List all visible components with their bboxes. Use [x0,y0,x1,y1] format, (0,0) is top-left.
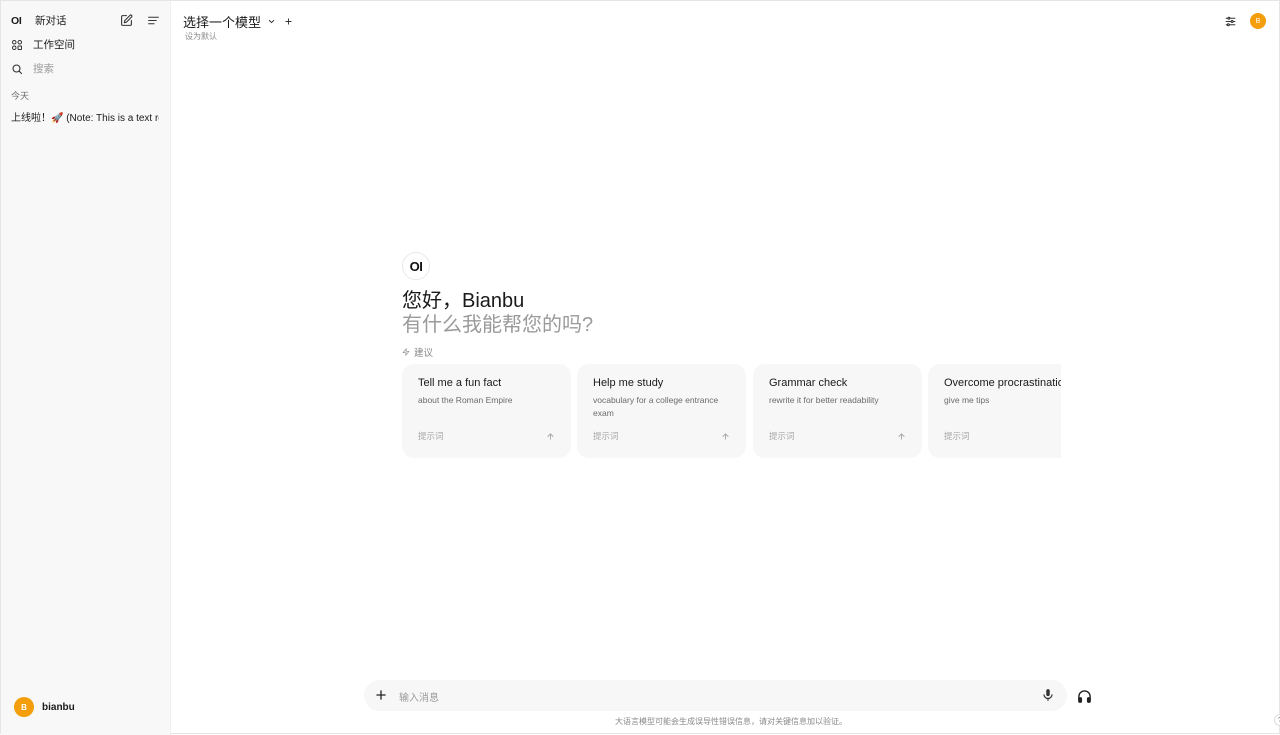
avatar: B [14,697,34,717]
subtitle: 有什么我能帮您的吗? [402,314,594,336]
bolt-icon [402,348,410,356]
suggestion-subtitle: vocabulary for a college entrance exam [593,395,719,418]
suggestion-title: Tell me a fun fact [418,377,502,389]
suggestion-card[interactable]: Overcome procrastination give me tips 提示… [928,364,1061,458]
suggestion-subtitle: give me tips [944,395,990,405]
suggestion-subtitle: about the Roman Empire [418,395,513,405]
compose-icon[interactable] [119,13,133,27]
workspace-icon [11,39,23,51]
chat-list-item[interactable]: 上线啦！🚀 (Note: This is a text re [11,109,159,124]
header-actions: B [1224,13,1266,29]
set-default-link[interactable]: 设为默认 [185,31,217,42]
suggestion-card[interactable]: Tell me a fun fact about the Roman Empir… [402,364,571,458]
model-select-label: 选择一个模型 [183,15,262,30]
disclaimer: 大语言模型可能会生成误导性错误信息，请对关键信息加以验证。 [615,717,847,726]
arrow-up-icon [721,432,730,441]
plus-icon[interactable] [374,688,388,702]
prompt-tag: 提示词 [418,431,444,441]
suggestion-cards: Tell me a fun fact about the Roman Empir… [402,364,1061,459]
add-model-icon[interactable] [284,17,293,26]
section-today: 今天 [11,91,30,101]
new-chat-link[interactable]: OI 新对话 [11,13,67,28]
search-field[interactable]: 搜索 [11,61,54,76]
help-button[interactable]: ? [1274,714,1280,726]
model-selector[interactable]: 选择一个模型 [183,12,293,31]
arrow-up-icon [897,432,906,441]
suggestions-label: 建议 [402,345,433,359]
workspace-link[interactable]: 工作空间 [11,37,75,52]
welcome-logo: OI [402,252,430,280]
message-placeholder: 输入消息 [399,693,439,704]
prompt-tag: 提示词 [944,431,970,441]
header-avatar[interactable]: B [1250,13,1266,29]
prompt-tag: 提示词 [593,431,619,441]
microphone-icon[interactable] [1041,688,1055,702]
menu-icon[interactable] [146,13,160,27]
arrow-up-icon [546,432,555,441]
sidebar: OI 新对话 工作空间 搜索 今天 上线啦！🚀 (Note: This is a… [1,1,171,735]
headphones-icon[interactable] [1077,689,1092,704]
suggestion-title: Grammar check [769,377,848,389]
new-chat-label: 新对话 [35,15,67,27]
suggestion-card[interactable]: Help me study vocabulary for a college e… [577,364,746,458]
suggestion-subtitle: rewrite it for better readability [769,395,879,405]
suggestions-label-text: 建议 [414,348,434,359]
user-name: bianbu [42,701,75,713]
app-window: OI 新对话 工作空间 搜索 今天 上线啦！🚀 (Note: This is a… [0,0,1280,735]
workspace-label: 工作空间 [33,39,75,51]
prompt-tag: 提示词 [769,431,795,441]
chevron-down-icon [267,17,276,26]
search-placeholder: 搜索 [33,63,54,75]
app-logo: OI [11,14,22,27]
search-icon [11,63,23,75]
user-menu[interactable]: B bianbu [14,697,75,717]
suggestion-card[interactable]: Grammar check rewrite it for better read… [753,364,922,458]
suggestion-title: Help me study [593,377,664,389]
message-input[interactable]: 输入消息 [364,680,1067,711]
settings-sliders-icon[interactable] [1224,15,1237,28]
suggestion-title: Overcome procrastination [944,377,1061,389]
